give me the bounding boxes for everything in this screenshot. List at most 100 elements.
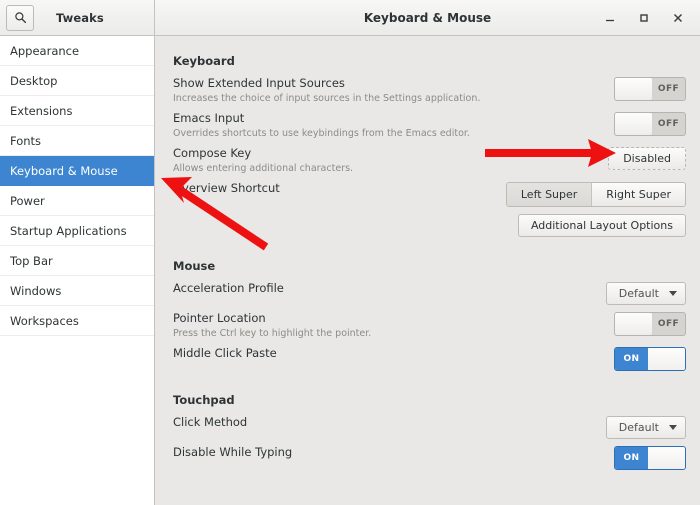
row-label: Pointer Location xyxy=(173,311,266,325)
section-heading-touchpad: Touchpad xyxy=(173,393,235,407)
sidebar-item-power[interactable]: Power xyxy=(0,186,154,216)
toggle-state-label: OFF xyxy=(657,319,680,329)
show-extended-input-sources-toggle[interactable]: OFF xyxy=(614,77,686,101)
sidebar-item-label: Top Bar xyxy=(10,253,53,268)
row-label: Disable While Typing xyxy=(173,445,293,459)
toggle-state-label: ON xyxy=(615,447,648,469)
tweaks-window: Tweaks Keyboard & Mouse Appearance Deskt… xyxy=(0,0,700,505)
sidebar-item-extensions[interactable]: Extensions xyxy=(0,96,154,126)
row-label: Click Method xyxy=(173,415,248,429)
row-emacs-input: Emacs Input Overrides shortcuts to use k… xyxy=(173,111,686,140)
row-text: Compose Key Allows entering additional c… xyxy=(173,146,606,175)
row-compose-key: Compose Key Allows entering additional c… xyxy=(173,146,686,175)
sidebar-item-label: Extensions xyxy=(10,103,73,118)
sidebar: Appearance Desktop Extensions Fonts Keyb… xyxy=(0,36,155,505)
section-heading-mouse: Mouse xyxy=(173,259,216,273)
row-text: Pointer Location Press the Ctrl key to h… xyxy=(173,311,606,340)
toggle-knob xyxy=(648,447,685,469)
emacs-input-toggle[interactable]: OFF xyxy=(614,112,686,136)
row-control: Additional Layout Options xyxy=(517,213,686,237)
search-icon xyxy=(14,11,27,24)
sidebar-item-windows[interactable]: Windows xyxy=(0,276,154,306)
toggle-knob xyxy=(615,313,652,335)
sidebar-item-label: Keyboard & Mouse xyxy=(10,163,118,178)
row-control: OFF xyxy=(606,111,686,136)
compose-key-button[interactable]: Disabled xyxy=(608,147,686,170)
row-text: Click Method xyxy=(173,415,606,430)
chevron-down-icon xyxy=(669,425,677,430)
row-description: Press the Ctrl key to highlight the poin… xyxy=(173,328,372,339)
toggle-knob xyxy=(615,78,652,100)
row-text: Emacs Input Overrides shortcuts to use k… xyxy=(173,111,606,140)
chevron-down-icon xyxy=(669,291,677,296)
sidebar-item-label: Power xyxy=(10,193,45,208)
row-control: Left Super Right Super xyxy=(505,181,686,207)
header-right-pane: Keyboard & Mouse xyxy=(155,0,700,35)
row-additional-layout-options: Additional Layout Options xyxy=(173,213,686,237)
sidebar-item-workspaces[interactable]: Workspaces xyxy=(0,306,154,336)
row-text: Show Extended Input Sources Increases th… xyxy=(173,76,606,105)
additional-layout-options-button[interactable]: Additional Layout Options xyxy=(517,214,686,237)
maximize-button[interactable] xyxy=(636,10,652,26)
toggle-knob xyxy=(615,113,652,135)
section-heading-keyboard: Keyboard xyxy=(173,54,235,68)
close-button[interactable] xyxy=(670,10,686,26)
overview-shortcut-right-super-option[interactable]: Right Super xyxy=(591,183,685,206)
app-title: Tweaks xyxy=(56,10,104,25)
dropdown-value: Default xyxy=(618,421,659,434)
acceleration-profile-dropdown[interactable]: Default xyxy=(605,282,686,305)
dropdown-value: Default xyxy=(618,287,659,300)
row-label: Overview Shortcut xyxy=(173,181,280,195)
toggle-state-label: ON xyxy=(615,348,648,370)
row-control: OFF xyxy=(606,311,686,336)
sidebar-item-keyboard-and-mouse[interactable]: Keyboard & Mouse xyxy=(0,156,154,186)
sidebar-item-fonts[interactable]: Fonts xyxy=(0,126,154,156)
row-pointer-location: Pointer Location Press the Ctrl key to h… xyxy=(173,311,686,340)
row-control: ON xyxy=(606,445,686,470)
row-overview-shortcut: Overview Shortcut Left Super Right Super xyxy=(173,181,686,207)
toggle-state-label: OFF xyxy=(657,119,680,129)
row-control: OFF xyxy=(606,76,686,101)
overview-shortcut-left-super-option[interactable]: Left Super xyxy=(506,183,592,206)
minimize-button[interactable] xyxy=(602,10,618,26)
search-button[interactable] xyxy=(6,4,34,31)
row-label: Emacs Input xyxy=(173,111,245,125)
row-control: Default xyxy=(605,415,686,439)
sidebar-item-label: Desktop xyxy=(10,73,58,88)
sidebar-item-startup-applications[interactable]: Startup Applications xyxy=(0,216,154,246)
row-label: Middle Click Paste xyxy=(173,346,277,360)
overview-shortcut-segmented-control: Left Super Right Super xyxy=(505,182,686,207)
row-control: Disabled xyxy=(606,146,686,170)
click-method-dropdown[interactable]: Default xyxy=(605,416,686,439)
row-label: Compose Key xyxy=(173,146,252,160)
pointer-location-toggle[interactable]: OFF xyxy=(614,312,686,336)
row-text: Acceleration Profile xyxy=(173,281,606,296)
settings-rows: Keyboard Show Extended Input Sources Inc… xyxy=(155,36,700,470)
sidebar-item-label: Appearance xyxy=(10,43,80,58)
settings-panel: Keyboard Show Extended Input Sources Inc… xyxy=(155,36,700,505)
row-description: Overrides shortcuts to use keybindings f… xyxy=(173,128,470,139)
header-left-pane: Tweaks xyxy=(0,0,155,35)
row-acceleration-profile: Acceleration Profile Default xyxy=(173,281,686,305)
toggle-state-label: OFF xyxy=(657,84,680,94)
window-body: Appearance Desktop Extensions Fonts Keyb… xyxy=(0,36,700,505)
middle-click-paste-toggle[interactable]: ON xyxy=(614,347,686,371)
toggle-knob xyxy=(648,348,685,370)
window-controls xyxy=(602,10,700,26)
row-click-method: Click Method Default xyxy=(173,415,686,439)
disable-while-typing-toggle[interactable]: ON xyxy=(614,446,686,470)
sidebar-item-label: Workspaces xyxy=(10,313,79,328)
row-control: Default xyxy=(605,281,686,305)
row-show-extended-input-sources: Show Extended Input Sources Increases th… xyxy=(173,76,686,105)
row-label: Acceleration Profile xyxy=(173,281,284,295)
row-middle-click-paste: Middle Click Paste ON xyxy=(173,346,686,371)
sidebar-item-desktop[interactable]: Desktop xyxy=(0,66,154,96)
row-text: Middle Click Paste xyxy=(173,346,606,361)
row-disable-while-typing: Disable While Typing ON xyxy=(173,445,686,470)
sidebar-item-appearance[interactable]: Appearance xyxy=(0,36,154,66)
sidebar-item-top-bar[interactable]: Top Bar xyxy=(0,246,154,276)
sidebar-item-label: Fonts xyxy=(10,133,42,148)
row-control: ON xyxy=(606,346,686,371)
row-description: Allows entering additional characters. xyxy=(173,163,354,174)
